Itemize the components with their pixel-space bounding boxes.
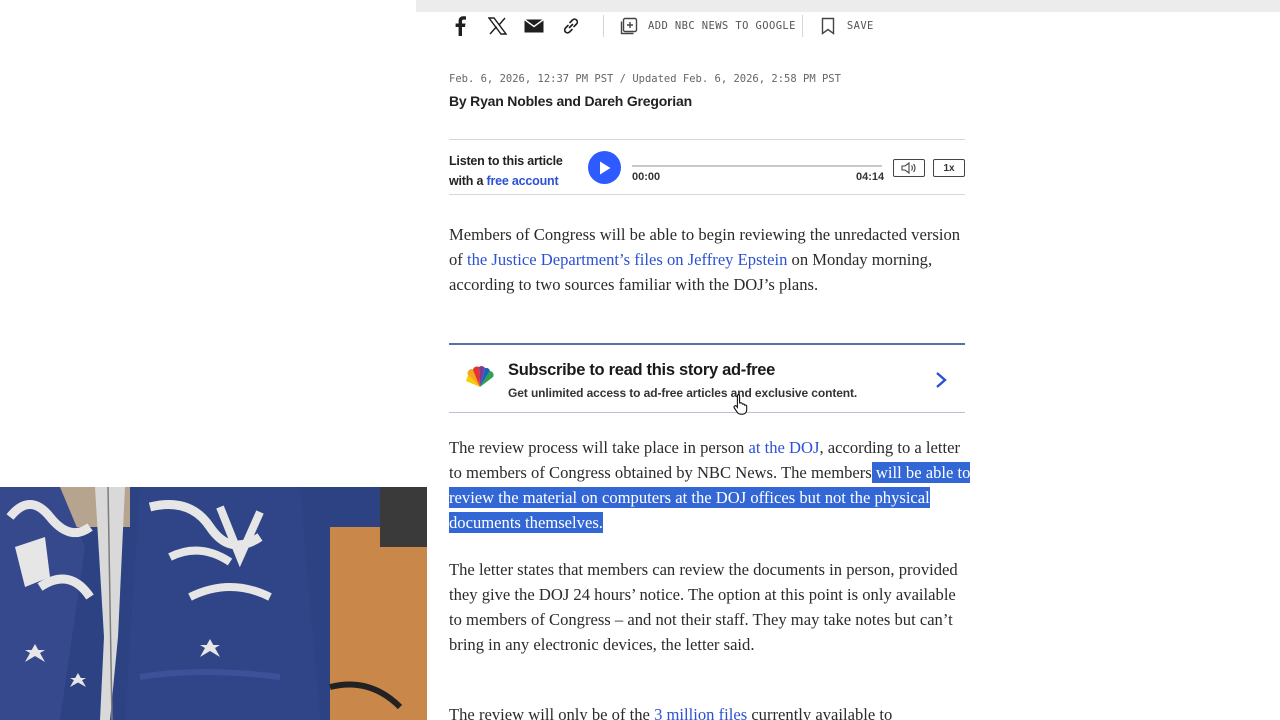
nbc-peacock-logo [466, 366, 494, 387]
article-byline: By Ryan Nobles and Dareh Gregorian [449, 93, 692, 109]
share-divider-2 [801, 15, 803, 37]
speaker-icon [901, 162, 916, 174]
volume-button[interactable] [893, 159, 925, 177]
audio-duration: 04:14 [856, 171, 885, 183]
audio-progress-track[interactable] [632, 165, 882, 167]
top-strip-shade [416, 0, 1280, 12]
save-label: SAVE [846, 20, 874, 32]
play-button[interactable] [588, 151, 621, 184]
article-paragraph-4: The review will only be of the 3 million… [449, 702, 971, 720]
free-account-link[interactable]: free account [487, 174, 559, 188]
webcam-overlay [0, 487, 427, 720]
playback-speed-button[interactable]: 1x [933, 159, 965, 177]
p2-text-a: The review process will take place in pe… [449, 438, 749, 457]
article-dateline: Feb. 6, 2026, 12:37 PM PST / Updated Feb… [449, 73, 841, 85]
hand-cursor-icon [733, 393, 748, 415]
at-the-doj-link[interactable]: at the DOJ [749, 438, 820, 457]
copy-link-icon[interactable] [560, 14, 582, 38]
share-divider [603, 15, 604, 37]
browser-top-strip [0, 0, 1280, 12]
add-to-google-button[interactable]: ADD NBC NEWS TO GOOGLE [618, 14, 796, 38]
3-million-files-link[interactable]: 3 million files [654, 705, 747, 720]
p4-text-b: currently available to [747, 705, 893, 720]
webcam-picture [0, 487, 427, 720]
subscribe-ad-free-banner[interactable]: Subscribe to read this story ad-free Get… [449, 343, 965, 413]
x-twitter-icon[interactable] [486, 14, 508, 38]
epstein-files-link[interactable]: the Justice Department’s files on Jeffre… [467, 250, 787, 269]
listen-with-text: with a [449, 174, 487, 188]
audio-player: Listen to this article with a free accou… [449, 139, 965, 195]
promo-title: Subscribe to read this story ad-free [508, 361, 776, 379]
add-source-icon [618, 14, 640, 38]
bookmark-icon [817, 14, 839, 38]
article-paragraph-3: The letter states that members can revie… [449, 560, 958, 654]
facebook-icon[interactable] [449, 14, 471, 38]
listen-prompt: Listen to this article with a free accou… [449, 151, 563, 191]
listen-line-2: with a free account [449, 171, 563, 191]
article-paragraph-2: The review process will take place in pe… [449, 435, 971, 535]
chevron-right-icon [936, 372, 947, 388]
save-button[interactable]: SAVE [817, 14, 874, 38]
add-to-google-label: ADD NBC NEWS TO GOOGLE [648, 20, 796, 32]
listen-line-1: Listen to this article [449, 154, 563, 168]
audio-current-time: 00:00 [632, 171, 661, 183]
share-toolbar: ADD NBC NEWS TO GOOGLE SAVE [449, 13, 874, 39]
email-icon[interactable] [523, 14, 545, 38]
play-icon [599, 161, 610, 174]
promo-subtitle: Get unlimited access to ad-free articles… [508, 386, 858, 400]
article-paragraph-1: Members of Congress will be able to begi… [449, 222, 971, 297]
p4-text-a: The review will only be of the [449, 705, 655, 720]
